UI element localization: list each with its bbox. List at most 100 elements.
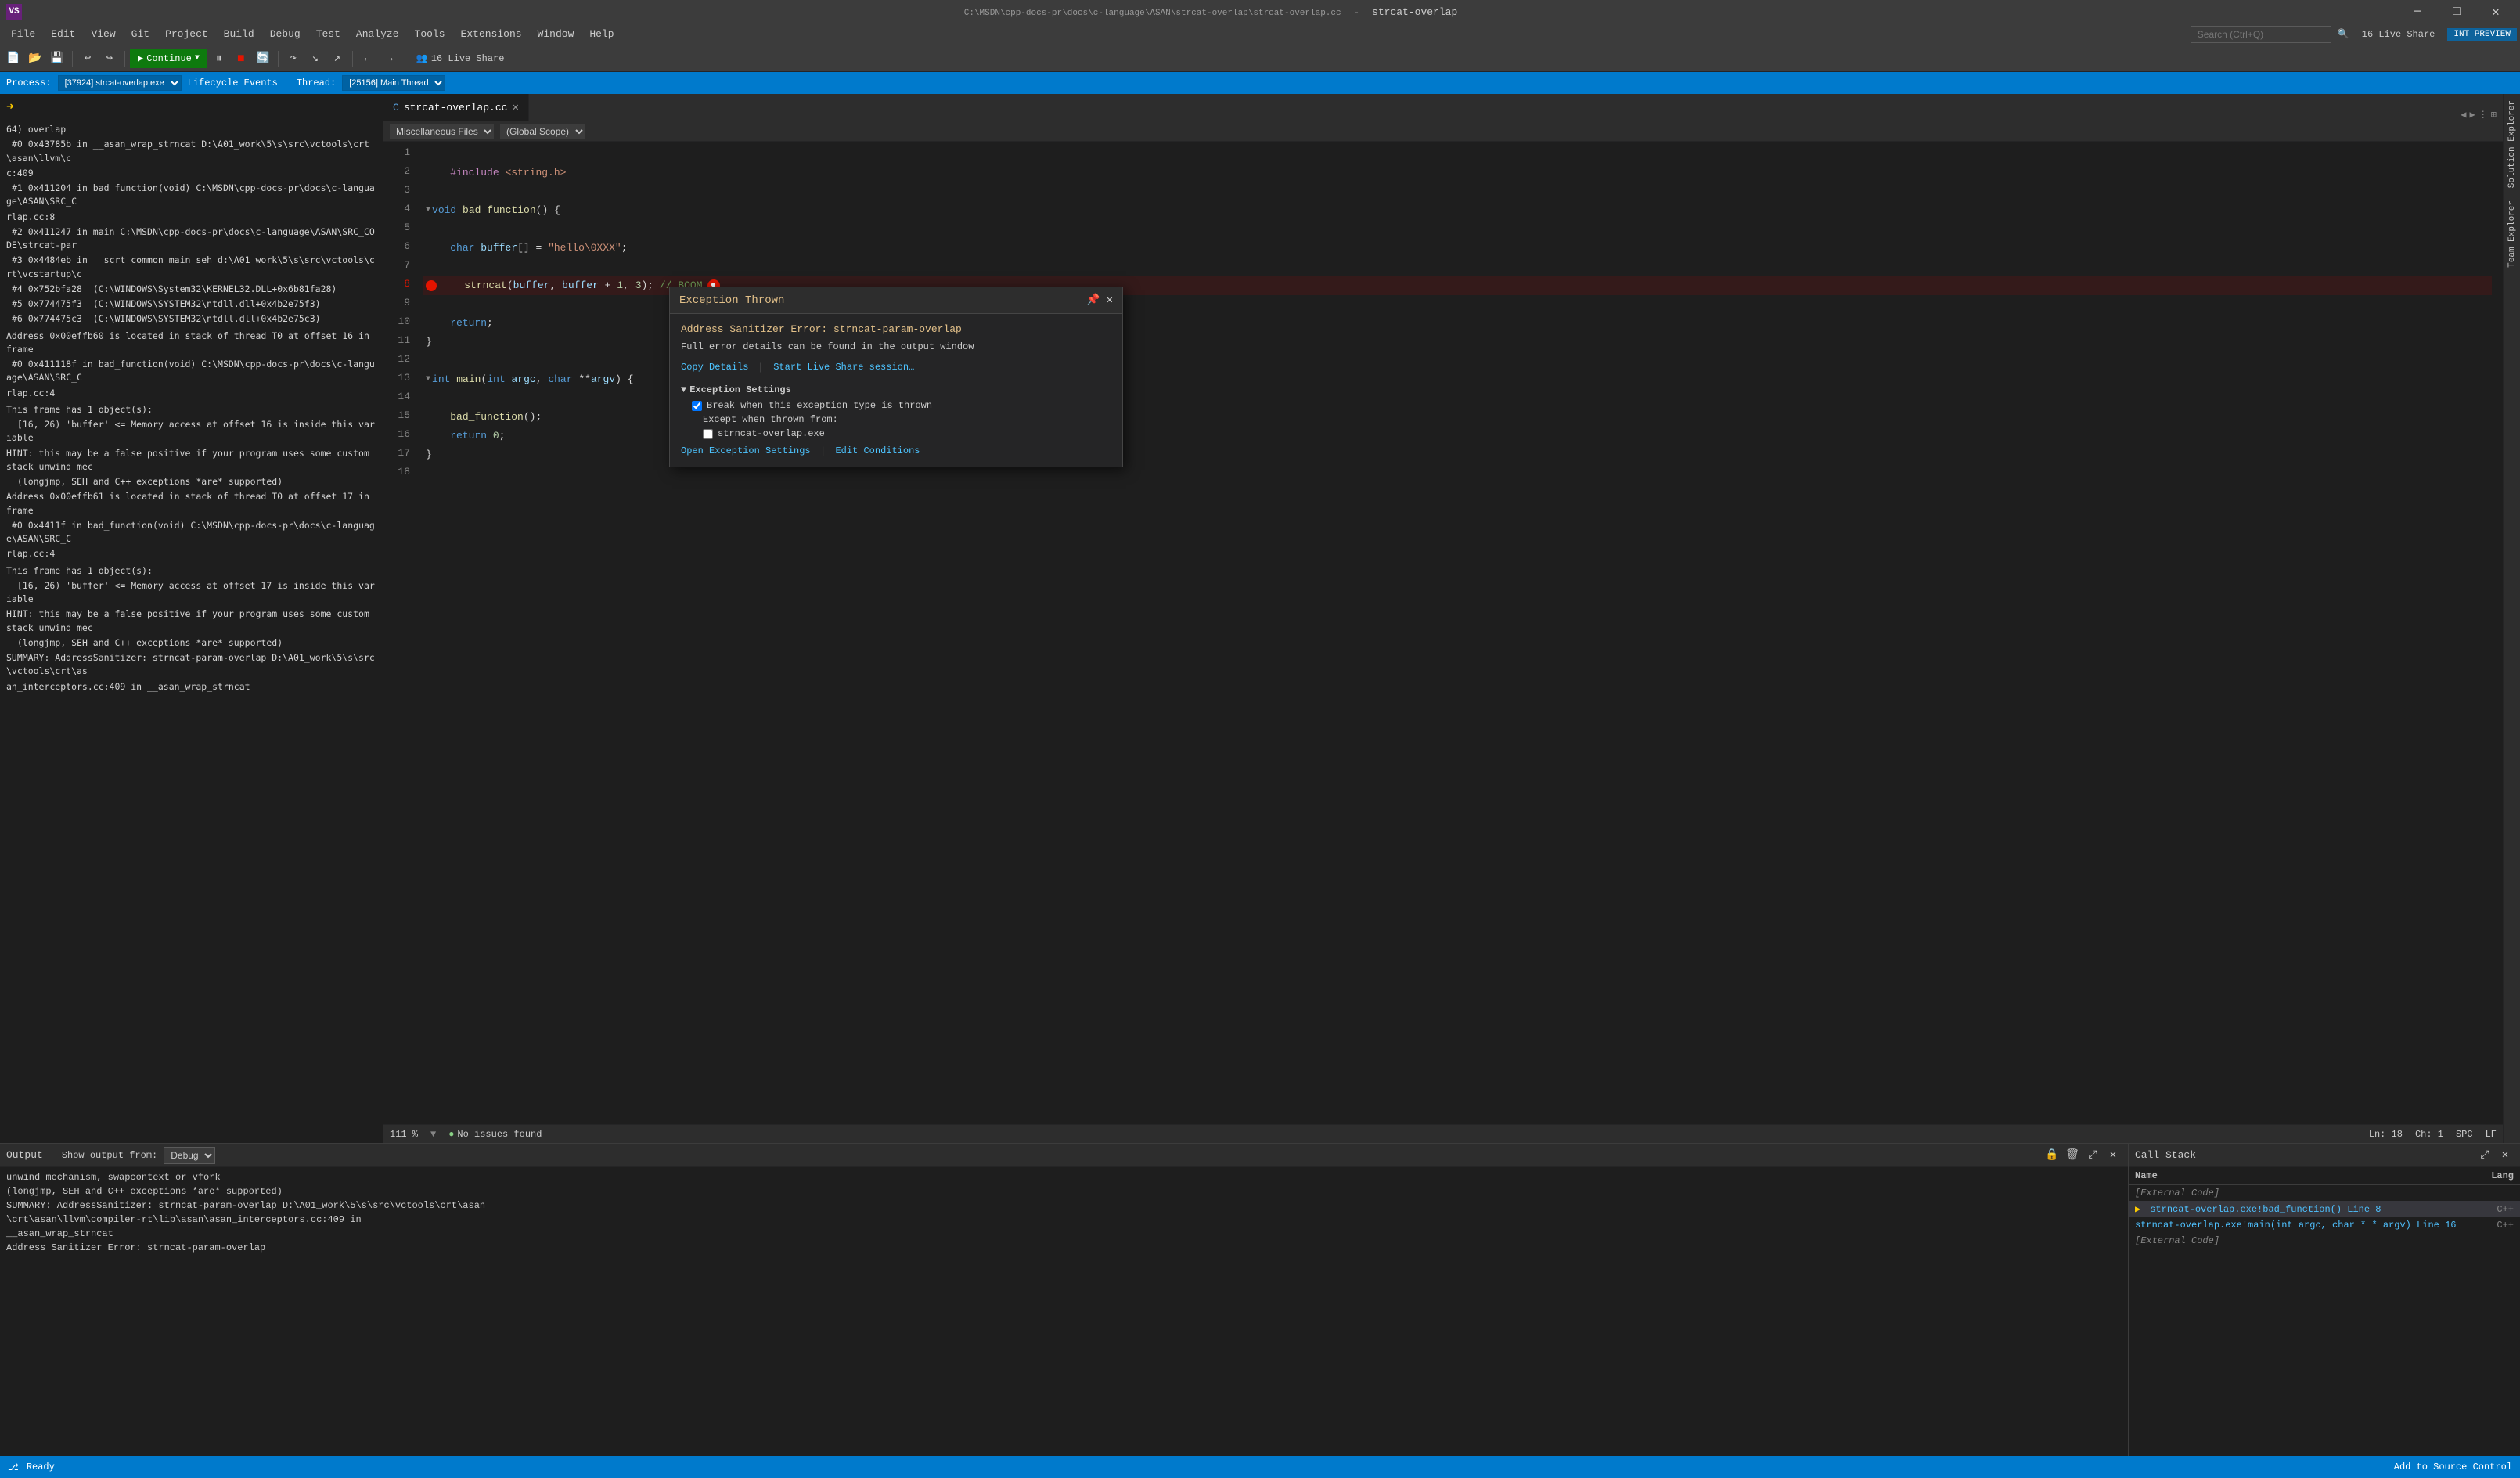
- menu-tools[interactable]: Tools: [407, 23, 453, 45]
- tab-close-button[interactable]: ✕: [512, 101, 518, 114]
- copy-details-link[interactable]: Copy Details: [681, 362, 748, 373]
- live-share-button[interactable]: 👥 16 Live Share: [410, 51, 511, 66]
- break-exception-checkbox[interactable]: [692, 401, 702, 411]
- scope-select[interactable]: (Global Scope): [500, 124, 585, 139]
- menu-build[interactable]: Build: [216, 23, 262, 45]
- debug-output-line: rlap.cc:8: [0, 210, 383, 225]
- menu-edit[interactable]: Edit: [43, 23, 83, 45]
- process-select[interactable]: [37924] strcat-overlap.exe: [58, 75, 182, 91]
- edit-conditions-button[interactable]: Edit Conditions: [835, 445, 920, 457]
- break-exception-label: Break when this exception type is thrown: [707, 400, 932, 411]
- menu-debug[interactable]: Debug: [262, 23, 308, 45]
- menu-analyze[interactable]: Analyze: [348, 23, 407, 45]
- output-panel-actions: 🔒 🗑 ⤢ ✕: [2043, 1147, 2122, 1164]
- toolbar: 📄 📂 💾 ↩ ↪ ▶ Continue ▼ ⏸ ■ 🔄 ↷ ↘ ↗ ← → 👥…: [0, 45, 2520, 72]
- menu-test[interactable]: Test: [308, 23, 348, 45]
- menu-project[interactable]: Project: [157, 23, 216, 45]
- except-from-checkbox[interactable]: [703, 429, 713, 439]
- callstack-row-2[interactable]: strncat-overlap.exe!main(int argc, char …: [2129, 1217, 2520, 1233]
- app-status-bar: ⎇ Ready Add to Source Control: [0, 1456, 2520, 1478]
- exception-settings-arrow-icon[interactable]: ▼: [681, 384, 686, 395]
- search-input[interactable]: [2191, 26, 2331, 43]
- continue-dropdown-icon[interactable]: ▼: [195, 54, 200, 63]
- ln9: 9: [383, 295, 410, 314]
- debug-console-panel: ➜ 64) overlap #0 0x43785b in __asan_wrap…: [0, 94, 383, 1143]
- bottom-area: Output Show output from: Debug 🔒 🗑 ⤢ ✕ u…: [0, 1143, 2520, 1456]
- debug-output-line: #5 0x774475f3 (C:\WINDOWS\SYSTEM32\ntdll…: [0, 297, 383, 312]
- toolbar-restart[interactable]: 🔄: [253, 49, 273, 69]
- title-bar-center: C:\MSDN\cpp-docs-pr\docs\c-language\ASAN…: [22, 6, 2399, 18]
- tab-more-icon[interactable]: ⋮: [2479, 109, 2488, 121]
- callstack-panel-header: Call Stack ⤢ ✕: [2129, 1144, 2520, 1167]
- toolbar-step-into[interactable]: ↘: [305, 49, 326, 69]
- ln4: 4: [383, 201, 410, 220]
- continue-button[interactable]: ▶ Continue ▼: [130, 49, 207, 68]
- tab-scroll-left-icon[interactable]: ◀: [2461, 109, 2466, 121]
- app-status-bar-right: Add to Source Control: [2394, 1462, 2512, 1473]
- toolbar-back[interactable]: ←: [358, 49, 378, 69]
- git-branch: ⎇: [8, 1462, 19, 1473]
- toolbar-pause[interactable]: ⏸: [209, 49, 229, 69]
- sidebar-solution-explorer[interactable]: Solution Explorer: [2507, 94, 2517, 194]
- debug-bar: Process: [37924] strcat-overlap.exe Life…: [0, 72, 2520, 94]
- output-close-button[interactable]: ✕: [2104, 1147, 2122, 1164]
- toolbar-stop[interactable]: ■: [231, 49, 251, 69]
- zoom-level[interactable]: 111 %: [390, 1129, 418, 1140]
- tab-strcat-overlap[interactable]: C strcat-overlap.cc ✕: [383, 94, 529, 121]
- exception-close-button[interactable]: ✕: [1107, 294, 1113, 307]
- callstack-row-1[interactable]: ▶ strncat-overlap.exe!bad_function() Lin…: [2129, 1201, 2520, 1217]
- breakpoint-icon: [426, 280, 437, 291]
- open-exception-settings-button[interactable]: Open Exception Settings: [681, 445, 811, 457]
- start-live-share-link[interactable]: Start Live Share session…: [773, 362, 914, 373]
- menu-extensions[interactable]: Extensions: [453, 23, 530, 45]
- debug-output-line: 64) overlap: [0, 122, 383, 137]
- toolbar-step-over[interactable]: ↷: [283, 49, 304, 69]
- sidebar-team-explorer[interactable]: Team Explorer: [2507, 194, 2517, 274]
- callstack-close-button[interactable]: ✕: [2497, 1147, 2514, 1164]
- debug-output-line: (longjmp, SEH and C++ exceptions *are* s…: [0, 474, 383, 489]
- toolbar-undo[interactable]: ↩: [77, 49, 98, 69]
- menu-help[interactable]: Help: [581, 23, 621, 45]
- tab-scroll-right-icon[interactable]: ▶: [2470, 109, 2475, 121]
- editor-scrollbar[interactable]: [2492, 142, 2503, 1124]
- code-line-4: ▼void bad_function() {: [423, 201, 2492, 220]
- exception-pin-button[interactable]: 📌: [1086, 294, 1100, 307]
- toolbar-step-out[interactable]: ↗: [327, 49, 347, 69]
- toolbar-redo[interactable]: ↪: [99, 49, 120, 69]
- menu-window[interactable]: Window: [530, 23, 582, 45]
- code-line-3: [423, 182, 2492, 201]
- toolbar-sep2: [124, 51, 125, 67]
- output-filter-select[interactable]: Debug: [164, 1147, 215, 1164]
- toolbar-forward[interactable]: →: [380, 49, 400, 69]
- collapse-4-icon[interactable]: ▼: [426, 204, 430, 217]
- toolbar-open[interactable]: 📂: [25, 49, 45, 69]
- lifecycle-label[interactable]: Lifecycle Events: [188, 78, 278, 88]
- callstack-maximize-button[interactable]: ⤢: [2476, 1147, 2493, 1164]
- toolbar-save[interactable]: 💾: [47, 49, 67, 69]
- menu-file[interactable]: File: [3, 23, 43, 45]
- editor-split-icon[interactable]: ⊞: [2491, 109, 2497, 121]
- add-to-source-control-button[interactable]: Add to Source Control: [2394, 1462, 2512, 1473]
- code-line-2: #include <string.h>: [423, 164, 2492, 182]
- menu-view[interactable]: View: [83, 23, 123, 45]
- collapse-13-icon[interactable]: ▼: [426, 373, 430, 386]
- minimize-button[interactable]: ─: [2399, 0, 2435, 23]
- menu-git[interactable]: Git: [124, 23, 157, 45]
- thread-select[interactable]: [25156] Main Thread: [342, 75, 445, 91]
- toolbar-new[interactable]: 📄: [3, 49, 23, 69]
- debug-output-line: (longjmp, SEH and C++ exceptions *are* s…: [0, 636, 383, 651]
- output-panel-header: Output Show output from: Debug 🔒 🗑 ⤢ ✕: [0, 1144, 2128, 1167]
- output-scroll-lock-button[interactable]: 🔒: [2043, 1147, 2061, 1164]
- maximize-button[interactable]: □: [2439, 0, 2475, 23]
- debug-output-line: #0 0x4411f in bad_function(void) C:\MSDN…: [0, 518, 383, 547]
- debug-output-line: Address 0x00effb61 is located in stack o…: [0, 489, 383, 518]
- close-button[interactable]: ✕: [2478, 0, 2514, 23]
- output-clear-button[interactable]: 🗑: [2064, 1147, 2081, 1164]
- line-col-status: Ln: 18: [2369, 1129, 2403, 1140]
- output-maximize-button[interactable]: ⤢: [2084, 1147, 2101, 1164]
- misc-files-select[interactable]: Miscellaneous Files: [390, 124, 494, 139]
- liveshare-label[interactable]: 16 Live Share: [2356, 29, 2442, 40]
- int-preview-button[interactable]: INT PREVIEW: [2447, 28, 2517, 41]
- callstack-row-3[interactable]: [External Code]: [2129, 1233, 2520, 1249]
- callstack-row-0[interactable]: [External Code]: [2129, 1185, 2520, 1201]
